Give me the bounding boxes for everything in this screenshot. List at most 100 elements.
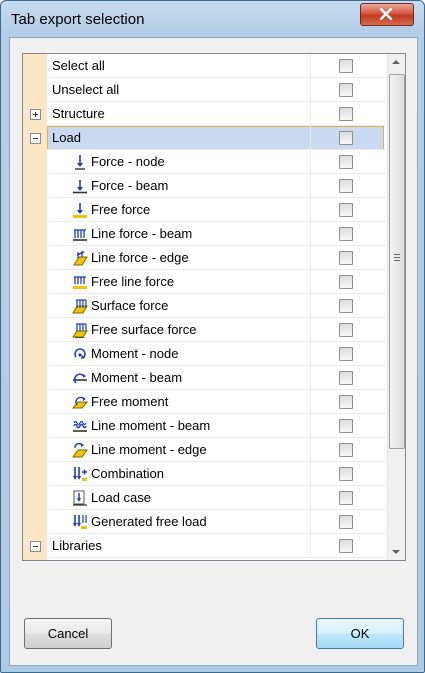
row-checkbox[interactable] [339, 131, 353, 145]
row-checkbox[interactable] [339, 443, 353, 457]
line-moment-beam-icon [73, 420, 87, 432]
tree-row[interactable]: Structure [23, 102, 387, 126]
expand-plus-icon[interactable] [30, 109, 41, 120]
cancel-button[interactable]: Cancel [24, 618, 112, 649]
row-checkbox[interactable] [339, 107, 353, 121]
row-label: Moment - beam [91, 370, 183, 385]
row-checkbox[interactable] [339, 155, 353, 169]
close-button[interactable] [360, 3, 414, 26]
free-moment-icon [72, 396, 88, 409]
free-surface-force-icon [72, 323, 88, 338]
column-divider [310, 78, 311, 102]
row-label: Libraries [52, 538, 102, 553]
row-checkbox[interactable] [339, 419, 353, 433]
tree-row[interactable]: Line moment - beam [23, 414, 387, 438]
scroll-up-arrow-icon[interactable] [392, 60, 400, 64]
column-divider [310, 390, 311, 414]
dialog-window: Tab export selection Select all Unselect … [0, 0, 425, 673]
tree-row[interactable]: Line force - edge [23, 246, 387, 270]
row-checkbox[interactable] [339, 491, 353, 505]
column-divider [310, 102, 311, 126]
row-label: Structure [52, 106, 105, 121]
row-checkbox[interactable] [339, 371, 353, 385]
moment-beam-icon [73, 373, 87, 384]
tree-row[interactable]: Combination [23, 462, 387, 486]
force-node-icon [75, 155, 85, 170]
column-divider [310, 126, 311, 150]
column-divider [310, 294, 311, 318]
scroll-down-arrow-icon[interactable] [392, 550, 400, 554]
tree-row[interactable]: Line moment - edge [23, 438, 387, 462]
column-divider [310, 246, 311, 270]
tree-row[interactable]: Free line force [23, 270, 387, 294]
column-divider [310, 534, 311, 558]
surface-force-icon [72, 299, 88, 314]
tree-row[interactable]: Surface force [23, 294, 387, 318]
window-title: Tab export selection [11, 11, 145, 28]
close-x-icon [379, 8, 393, 20]
row-checkbox[interactable] [339, 251, 353, 265]
row-checkbox[interactable] [339, 275, 353, 289]
row-checkbox[interactable] [339, 203, 353, 217]
row-checkbox[interactable] [339, 323, 353, 337]
row-label: Force - beam [91, 178, 169, 193]
row-checkbox[interactable] [339, 515, 353, 529]
row-checkbox[interactable] [339, 539, 353, 553]
tree-row[interactable]: Libraries [23, 534, 387, 558]
tree-row[interactable]: Moment - beam [23, 366, 387, 390]
vertical-scrollbar[interactable] [387, 54, 405, 560]
row-label: Line force - edge [91, 250, 189, 265]
free-force-icon [73, 203, 87, 218]
moment-node-icon [74, 348, 86, 359]
scroll-thumb[interactable] [389, 74, 405, 449]
column-divider [310, 486, 311, 510]
title-bar[interactable]: Tab export selection [1, 1, 424, 37]
tree-row[interactable]: Moment - node [23, 342, 387, 366]
row-label: Free force [91, 202, 151, 217]
line-force-beam-icon [73, 229, 87, 241]
row-label: Moment - node [91, 346, 179, 361]
row-checkbox[interactable] [339, 347, 353, 361]
column-divider [310, 222, 311, 246]
row-label: Line force - beam [91, 226, 193, 241]
free-line-force-icon [73, 276, 87, 289]
row-label: Free line force [91, 274, 175, 289]
row-checkbox[interactable] [339, 83, 353, 97]
row-checkbox[interactable] [339, 395, 353, 409]
column-divider [310, 198, 311, 222]
tree-row[interactable]: Unselect all [23, 78, 387, 102]
row-label: Select all [52, 58, 105, 73]
tree-row[interactable]: Free surface force [23, 318, 387, 342]
row-label: Unselect all [52, 82, 120, 97]
collapse-minus-icon[interactable] [30, 133, 41, 144]
row-checkbox[interactable] [339, 179, 353, 193]
row-checkbox[interactable] [339, 467, 353, 481]
row-divider [47, 557, 387, 558]
tree-row[interactable]: Generated free load [23, 510, 387, 534]
tree-row[interactable]: Force - beam [23, 174, 387, 198]
tree-row[interactable]: Line force - beam [23, 222, 387, 246]
tree-row[interactable]: Load [23, 126, 387, 150]
column-divider [310, 510, 311, 534]
row-label: Free surface force [91, 322, 197, 337]
row-label: Free moment [91, 394, 169, 409]
row-checkbox[interactable] [339, 299, 353, 313]
collapse-minus-icon[interactable] [30, 541, 41, 552]
force-beam-icon [73, 180, 87, 194]
grip-line [394, 254, 400, 255]
tree-row[interactable]: Select all [23, 54, 387, 78]
tree-row[interactable]: Free force [23, 198, 387, 222]
selection-highlight [47, 126, 384, 150]
row-checkbox[interactable] [339, 227, 353, 241]
tree-row[interactable]: Load case [23, 486, 387, 510]
ok-button[interactable]: OK [316, 618, 404, 649]
row-checkbox[interactable] [339, 59, 353, 73]
column-divider [310, 54, 311, 78]
column-divider [310, 342, 311, 366]
column-divider [310, 150, 311, 174]
row-label: Force - node [91, 154, 165, 169]
tree-row[interactable]: Force - node [23, 150, 387, 174]
tree-row[interactable]: Free moment [23, 390, 387, 414]
column-divider [310, 438, 311, 462]
row-label: Combination [91, 466, 164, 481]
